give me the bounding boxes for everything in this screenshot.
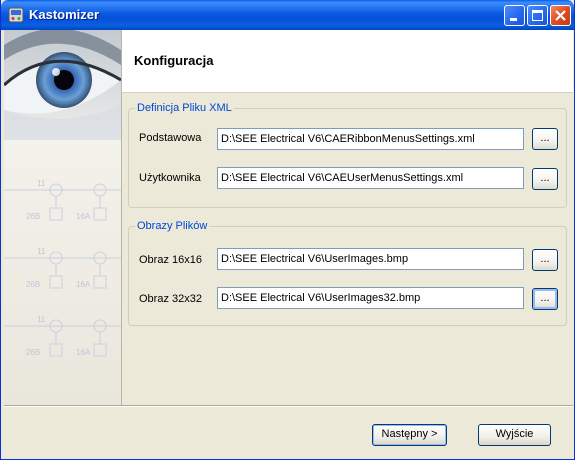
browse-user-xml-button[interactable]: ... <box>532 168 558 190</box>
xml-group-legend: Definicja Pliku XML <box>137 102 232 114</box>
images-group: Obrazy Plików <box>128 220 567 326</box>
panel-label: 26B <box>26 348 40 357</box>
xml-definition-group: Definicja Pliku XML <box>128 102 567 208</box>
image16-label: Obraz 16x16 <box>139 254 202 266</box>
user-xml-path-field[interactable]: D:\SEE Electrical V6\CAEUserMenusSetting… <box>217 167 524 189</box>
panel-label: 11 <box>37 179 46 188</box>
panel-label: 11 <box>37 247 46 256</box>
images-group-legend: Obrazy Plików <box>137 220 208 232</box>
title-bar[interactable]: Kastomizer <box>1 0 574 30</box>
image32-label: Obraz 32x32 <box>139 293 202 305</box>
panel-label: 16A <box>76 348 91 357</box>
browse-basic-xml-button[interactable]: ... <box>532 128 558 150</box>
exit-button[interactable]: Wyjście <box>478 424 551 446</box>
browse-image16-button[interactable]: ... <box>532 249 558 271</box>
image32-path-field[interactable]: D:\SEE Electrical V6\UserImages32.bmp <box>217 287 524 309</box>
wizard-content: Konfiguracja Definicja Pliku XML Podstaw… <box>122 30 573 405</box>
eye-banner-image: 11 26B 16A 11 26B 16A 11 26B 16A <box>4 30 121 357</box>
panel-label: 26B <box>26 280 40 289</box>
user-xml-label: Użytkownika <box>139 172 201 184</box>
panel-label: 16A <box>76 212 91 221</box>
page-title: Konfiguracja <box>134 53 214 68</box>
maximize-button[interactable] <box>527 5 548 26</box>
app-window: Kastomizer 11 26B 16A 11 26B 16A 11 26B … <box>0 0 575 460</box>
next-button[interactable]: Następny > <box>372 424 447 446</box>
panel-label: 16A <box>76 280 91 289</box>
basic-xml-label: Podstawowa <box>139 132 202 144</box>
basic-xml-path-field[interactable]: D:\SEE Electrical V6\CAERibbonMenusSetti… <box>217 128 524 150</box>
minimize-button[interactable] <box>504 5 525 26</box>
image16-path-field[interactable]: D:\SEE Electrical V6\UserImages.bmp <box>217 248 524 270</box>
close-icon <box>555 10 566 21</box>
browse-image32-button[interactable]: ... <box>532 288 558 310</box>
panel-label: 26B <box>26 212 40 221</box>
maximize-icon <box>532 10 543 21</box>
footer-separator <box>4 405 573 407</box>
wizard-header: Konfiguracja <box>122 30 573 93</box>
close-button[interactable] <box>550 5 571 26</box>
app-icon <box>8 7 24 23</box>
wizard-side-panel: 11 26B 16A 11 26B 16A 11 26B 16A <box>4 30 122 405</box>
window-title: Kastomizer <box>29 7 100 22</box>
panel-label: 11 <box>37 315 46 324</box>
minimize-icon <box>510 18 517 21</box>
